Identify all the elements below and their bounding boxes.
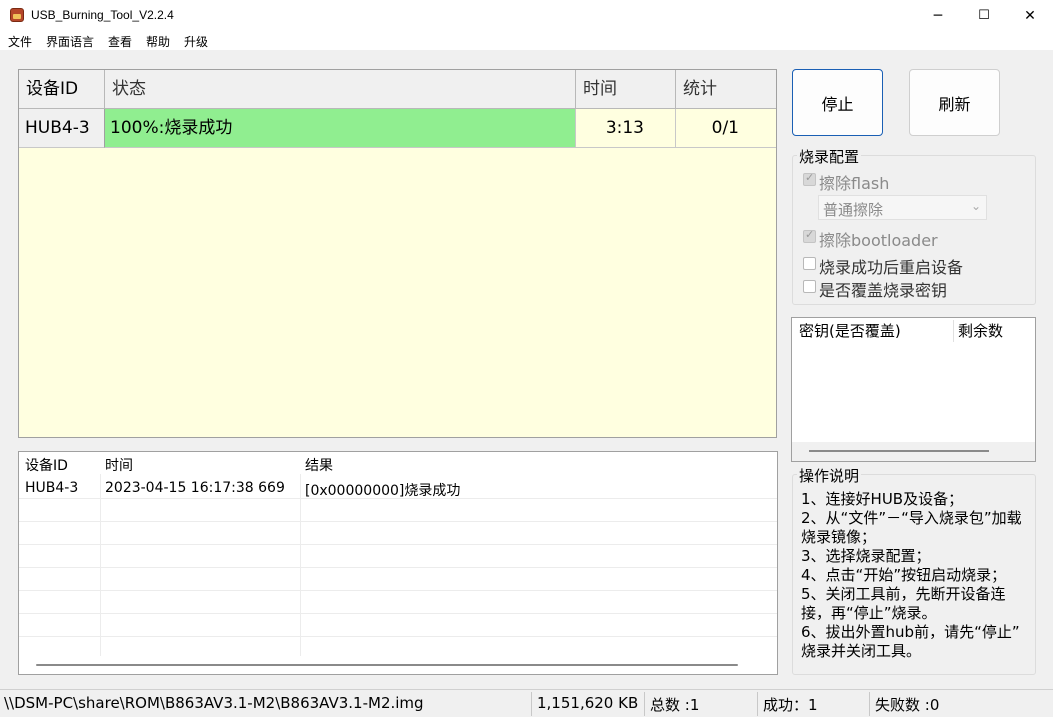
key-header-remaining[interactable]: 剩余数 — [958, 320, 1003, 341]
device-grid[interactable]: 设备ID 状态 时间 统计 HUB4-3 100%:烧录成功 3:13 0/1 — [18, 69, 777, 438]
instruction-line: 6、拔出外置hub前，请先“停止” — [801, 623, 1020, 641]
minimize-button[interactable]: ─ — [915, 0, 961, 31]
instructions-title: 操作说明 — [797, 465, 862, 486]
erase-bootloader-label: 擦除bootloader — [819, 231, 938, 250]
chevron-down-icon: ⌄ — [971, 199, 982, 213]
instruction-line: 4、点击“开始”按钮启动烧录； — [801, 566, 1007, 584]
reboot-after-checkbox[interactable] — [803, 257, 816, 270]
overwrite-key-checkbox[interactable] — [803, 280, 816, 293]
close-button[interactable]: ✕ — [1007, 0, 1053, 31]
window-title: USB_Burning_Tool_V2.2.4 — [31, 8, 174, 22]
log-row-divider — [19, 613, 777, 614]
grid-header-device-id[interactable]: 设备ID — [19, 70, 105, 109]
refresh-button[interactable]: 刷新 — [909, 69, 1000, 136]
grid-header-status[interactable]: 状态 — [105, 70, 576, 109]
grid-cell-time[interactable]: 3:13 — [576, 109, 676, 148]
erase-bootloader-checkbox[interactable] — [803, 228, 816, 243]
erase-flash-checkbox[interactable] — [803, 171, 816, 186]
log-column-divider — [100, 474, 101, 656]
log-row-divider — [19, 636, 777, 637]
burn-config-title: 烧录配置 — [797, 146, 862, 167]
instruction-line: 5、关闭工具前，先断开设备连 — [801, 585, 1006, 603]
instruction-line: 3、选择烧录配置； — [801, 547, 931, 565]
reboot-after-label[interactable]: 烧录成功后重启设备 — [819, 254, 963, 278]
key-list-scroll-track — [792, 442, 1035, 461]
erase-flash-label: 擦除flash — [819, 174, 890, 193]
log-cell-device-id: HUB4-3 — [25, 480, 79, 496]
key-list-horizontal-scrollbar[interactable] — [809, 450, 989, 452]
log-row-divider — [19, 521, 777, 522]
status-total: 总数 :1 — [650, 696, 700, 714]
status-divider — [869, 692, 870, 716]
key-header-key[interactable]: 密钥(是否覆盖) — [799, 320, 901, 341]
log-header-device-id[interactable]: 设备ID — [25, 455, 68, 475]
grid-header-stats[interactable]: 统计 — [676, 70, 776, 109]
log-row-divider — [19, 544, 777, 545]
log-row-divider — [19, 590, 777, 591]
menu-help[interactable]: 帮助 — [146, 33, 170, 50]
title-bar: USB_Burning_Tool_V2.2.4 ─ ☐ ✕ — [0, 0, 1053, 31]
maximize-button[interactable]: ☐ — [961, 0, 1007, 31]
instruction-line: 烧录镜像； — [801, 528, 877, 546]
erase-mode-select[interactable]: 普通擦除 ⌄ — [818, 195, 987, 220]
menu-file[interactable]: 文件 — [8, 33, 32, 50]
instruction-line: 1、连接好HUB及设备； — [801, 490, 964, 508]
status-path: \\DSM-PC\share\ROM\B863AV3.1-M2\B863AV3.… — [4, 694, 424, 712]
log-cell-result: [0x00000000]烧录成功 — [305, 483, 461, 499]
status-success: 成功：1 — [763, 696, 818, 714]
log-row-divider — [19, 567, 777, 568]
log-header-time[interactable]: 时间 — [105, 455, 133, 475]
overwrite-key-label[interactable]: 是否覆盖烧录密钥 — [819, 277, 947, 301]
log-header-result[interactable]: 结果 — [305, 455, 333, 475]
status-divider — [531, 692, 532, 716]
grid-cell-status[interactable]: 100%:烧录成功 — [105, 109, 576, 148]
status-divider — [644, 692, 645, 716]
log-horizontal-scrollbar[interactable] — [36, 664, 738, 666]
status-divider — [757, 692, 758, 716]
app-icon — [10, 8, 24, 22]
menu-language[interactable]: 界面语言 — [46, 33, 94, 50]
menu-bar: 文件 界面语言 查看 帮助 升级 — [0, 31, 1053, 50]
log-cell-time: 2023-04-15 16:17:38 669 — [105, 480, 285, 496]
grid-cell-stats[interactable]: 0/1 — [676, 109, 776, 148]
instruction-line: 烧录并关闭工具。 — [801, 642, 922, 660]
erase-mode-value: 普通擦除 — [823, 201, 884, 219]
instruction-line: 2、从“文件”－“导入烧录包”加载 — [801, 509, 1022, 527]
status-bar: \\DSM-PC\share\ROM\B863AV3.1-M2\B863AV3.… — [0, 689, 1053, 717]
stop-button[interactable]: 停止 — [792, 69, 883, 136]
instruction-line: 接，再“停止”烧录。 — [801, 604, 937, 622]
menu-view[interactable]: 查看 — [108, 33, 132, 50]
log-list[interactable]: 设备ID 时间 结果 HUB4-3 2023-04-15 16:17:38 66… — [18, 451, 778, 675]
grid-header-time[interactable]: 时间 — [576, 70, 676, 109]
status-failed: 失败数 :0 — [875, 696, 940, 714]
menu-upgrade[interactable]: 升级 — [184, 33, 208, 50]
status-size: 1,151,620 KB — [537, 694, 639, 712]
log-column-divider — [300, 474, 301, 656]
key-column-divider — [953, 320, 954, 342]
key-list[interactable]: 密钥(是否覆盖) 剩余数 — [791, 317, 1036, 462]
instructions-text: 1、连接好HUB及设备； 2、从“文件”－“导入烧录包”加载 烧录镜像； 3、选… — [801, 490, 1037, 661]
grid-cell-device-id[interactable]: HUB4-3 — [19, 109, 105, 148]
